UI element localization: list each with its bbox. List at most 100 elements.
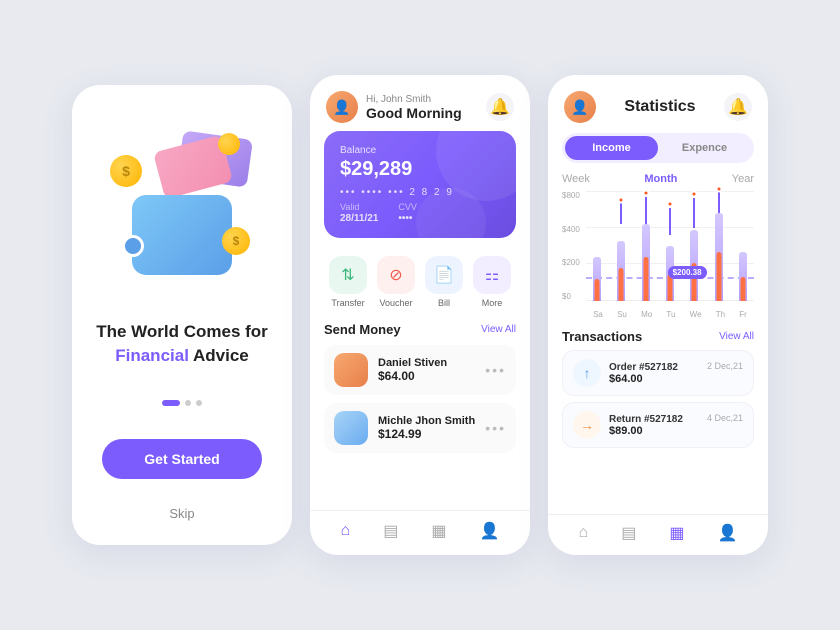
stats-header: 👤 Statistics 🔔 [548, 75, 768, 133]
bottom-nav: ⌂ ▤ ▦ 👤 [548, 514, 768, 555]
contact-avatar-2 [334, 411, 368, 445]
chart-y-axis: $800 $400 $200 $0 [562, 191, 580, 301]
list-item[interactable]: → Return #527182 $89.00 4 Dec,21 [562, 402, 754, 448]
price-tag: $200.38 [668, 266, 707, 279]
x-su: Su [617, 310, 627, 319]
quick-actions: ⇅ Transfer ⊘ Voucher 📄 Bill ⚏ More [310, 250, 530, 318]
tagline: The World Comes for Financial Advice [96, 320, 268, 368]
nav-cards-icon[interactable]: ▤ [621, 523, 636, 543]
nav-profile-icon[interactable]: 👤 [718, 523, 738, 543]
y-label-0: $0 [562, 292, 580, 301]
y-label-200: $200 [562, 258, 580, 267]
transactions-view-all[interactable]: View All [719, 331, 754, 342]
nav-stats-icon[interactable]: ▦ [669, 523, 684, 543]
send-money-header: Send Money View All [310, 318, 530, 345]
list-item[interactable]: ↑ Order #527182 $64.00 2 Dec,21 [562, 350, 754, 396]
action-transfer[interactable]: ⇅ Transfer [329, 256, 367, 308]
avatar: 👤 [326, 91, 358, 123]
period-year[interactable]: Year [732, 173, 754, 185]
bar-th [707, 191, 729, 301]
balance-card: Balance $29,289 ••• •••• ••• 2 8 2 9 Val… [324, 131, 516, 238]
transactions-title: Transactions [562, 329, 642, 344]
nav-home-icon[interactable]: ⌂ [341, 522, 351, 540]
send-money-list: Daniel Stiven $64.00 ••• Michle Jhon Smi… [310, 345, 530, 510]
dot-1 [162, 400, 180, 406]
bill-label: Bill [438, 298, 450, 308]
x-fr: Fr [739, 310, 747, 319]
action-voucher[interactable]: ⊘ Voucher [377, 256, 415, 308]
transaction-up-icon: ↑ [573, 359, 601, 387]
transaction-date-2: 4 Dec,21 [707, 413, 743, 423]
bar-fr [732, 191, 754, 301]
list-item[interactable]: Daniel Stiven $64.00 ••• [324, 345, 516, 395]
income-tab[interactable]: Income [565, 136, 658, 160]
get-started-button[interactable]: Get Started [102, 439, 262, 479]
nav-stats-icon[interactable]: ▦ [431, 521, 446, 541]
contact-amount-1: $64.00 [378, 369, 475, 383]
card-valid: Valid 28/11/21 [340, 202, 378, 224]
greeting-text: Hi, John Smith Good Morning [366, 94, 486, 121]
tagline-line1: The World Comes for [96, 322, 268, 341]
transaction-info-2: Return #527182 $89.00 [609, 414, 699, 437]
bar-mo [635, 191, 657, 301]
send-money-view-all[interactable]: View All [481, 324, 516, 335]
nav-profile-icon[interactable]: 👤 [480, 521, 500, 541]
onboarding-screen: $ $ The World Comes for Financial Advice… [72, 85, 292, 545]
coin1: $ [110, 155, 142, 187]
skip-link[interactable]: Skip [169, 506, 194, 521]
contact-name-2: Michle Jhon Smith [378, 415, 475, 427]
transfer-icon: ⇅ [329, 256, 367, 294]
bill-icon: 📄 [425, 256, 463, 294]
transaction-amount-2: $89.00 [609, 425, 699, 437]
x-mo: Mo [641, 310, 652, 319]
x-we: We [690, 310, 702, 319]
expense-tab[interactable]: Expence [658, 136, 751, 160]
nav-home-icon[interactable]: ⌂ [579, 524, 589, 542]
wallet-illustration: $ $ [102, 125, 262, 285]
notification-bell-icon[interactable]: 🔔 [486, 93, 514, 121]
greeting-morning: Good Morning [366, 105, 486, 121]
x-th: Th [716, 310, 725, 319]
more-options-icon[interactable]: ••• [485, 420, 506, 436]
coin2: $ [222, 227, 250, 255]
notification-bell-icon[interactable]: 🔔 [724, 93, 752, 121]
transactions-section: Transactions View All ↑ Order #527182 $6… [548, 321, 768, 514]
period-week[interactable]: Week [562, 173, 590, 185]
y-label-800: $800 [562, 191, 580, 200]
voucher-label: Voucher [379, 298, 412, 308]
voucher-icon: ⊘ [377, 256, 415, 294]
stats-title: Statistics [596, 98, 724, 116]
transactions-header: Transactions View All [562, 329, 754, 344]
contact-avatar-1 [334, 353, 368, 387]
action-bill[interactable]: 📄 Bill [425, 256, 463, 308]
transaction-id-2: Return #527182 [609, 414, 699, 425]
transfer-label: Transfer [331, 298, 364, 308]
coin3 [218, 133, 240, 155]
chart-x-axis: Sa Su Mo Tu We Th Fr [586, 310, 754, 319]
transaction-return-icon: → [573, 411, 601, 439]
bar-we [683, 191, 705, 301]
y-label-400: $400 [562, 225, 580, 234]
x-tu: Tu [666, 310, 675, 319]
more-options-icon[interactable]: ••• [485, 362, 506, 378]
more-icon: ⚏ [473, 256, 511, 294]
bar-sa [586, 191, 608, 301]
balance-amount: $29,289 [340, 158, 500, 181]
avatar: 👤 [564, 91, 596, 123]
transaction-date-1: 2 Dec,21 [707, 361, 743, 371]
dot-3 [196, 400, 202, 406]
tagline-line3: Advice [193, 346, 249, 365]
nav-cards-icon[interactable]: ▤ [383, 521, 398, 541]
income-expense-toggle: Income Expence [562, 133, 754, 163]
period-month[interactable]: Month [644, 173, 677, 185]
contact-name-1: Daniel Stiven [378, 357, 475, 369]
home-screen: 👤 Hi, John Smith Good Morning 🔔 Balance … [310, 75, 530, 555]
chart-bars [586, 191, 754, 301]
action-more[interactable]: ⚏ More [473, 256, 511, 308]
card-cvv: CVV •••• [398, 202, 417, 224]
wallet-body [132, 195, 232, 275]
send-money-title: Send Money [324, 322, 401, 337]
card-number: ••• •••• ••• 2 8 2 9 [340, 187, 500, 198]
list-item[interactable]: Michle Jhon Smith $124.99 ••• [324, 403, 516, 453]
more-label: More [482, 298, 503, 308]
